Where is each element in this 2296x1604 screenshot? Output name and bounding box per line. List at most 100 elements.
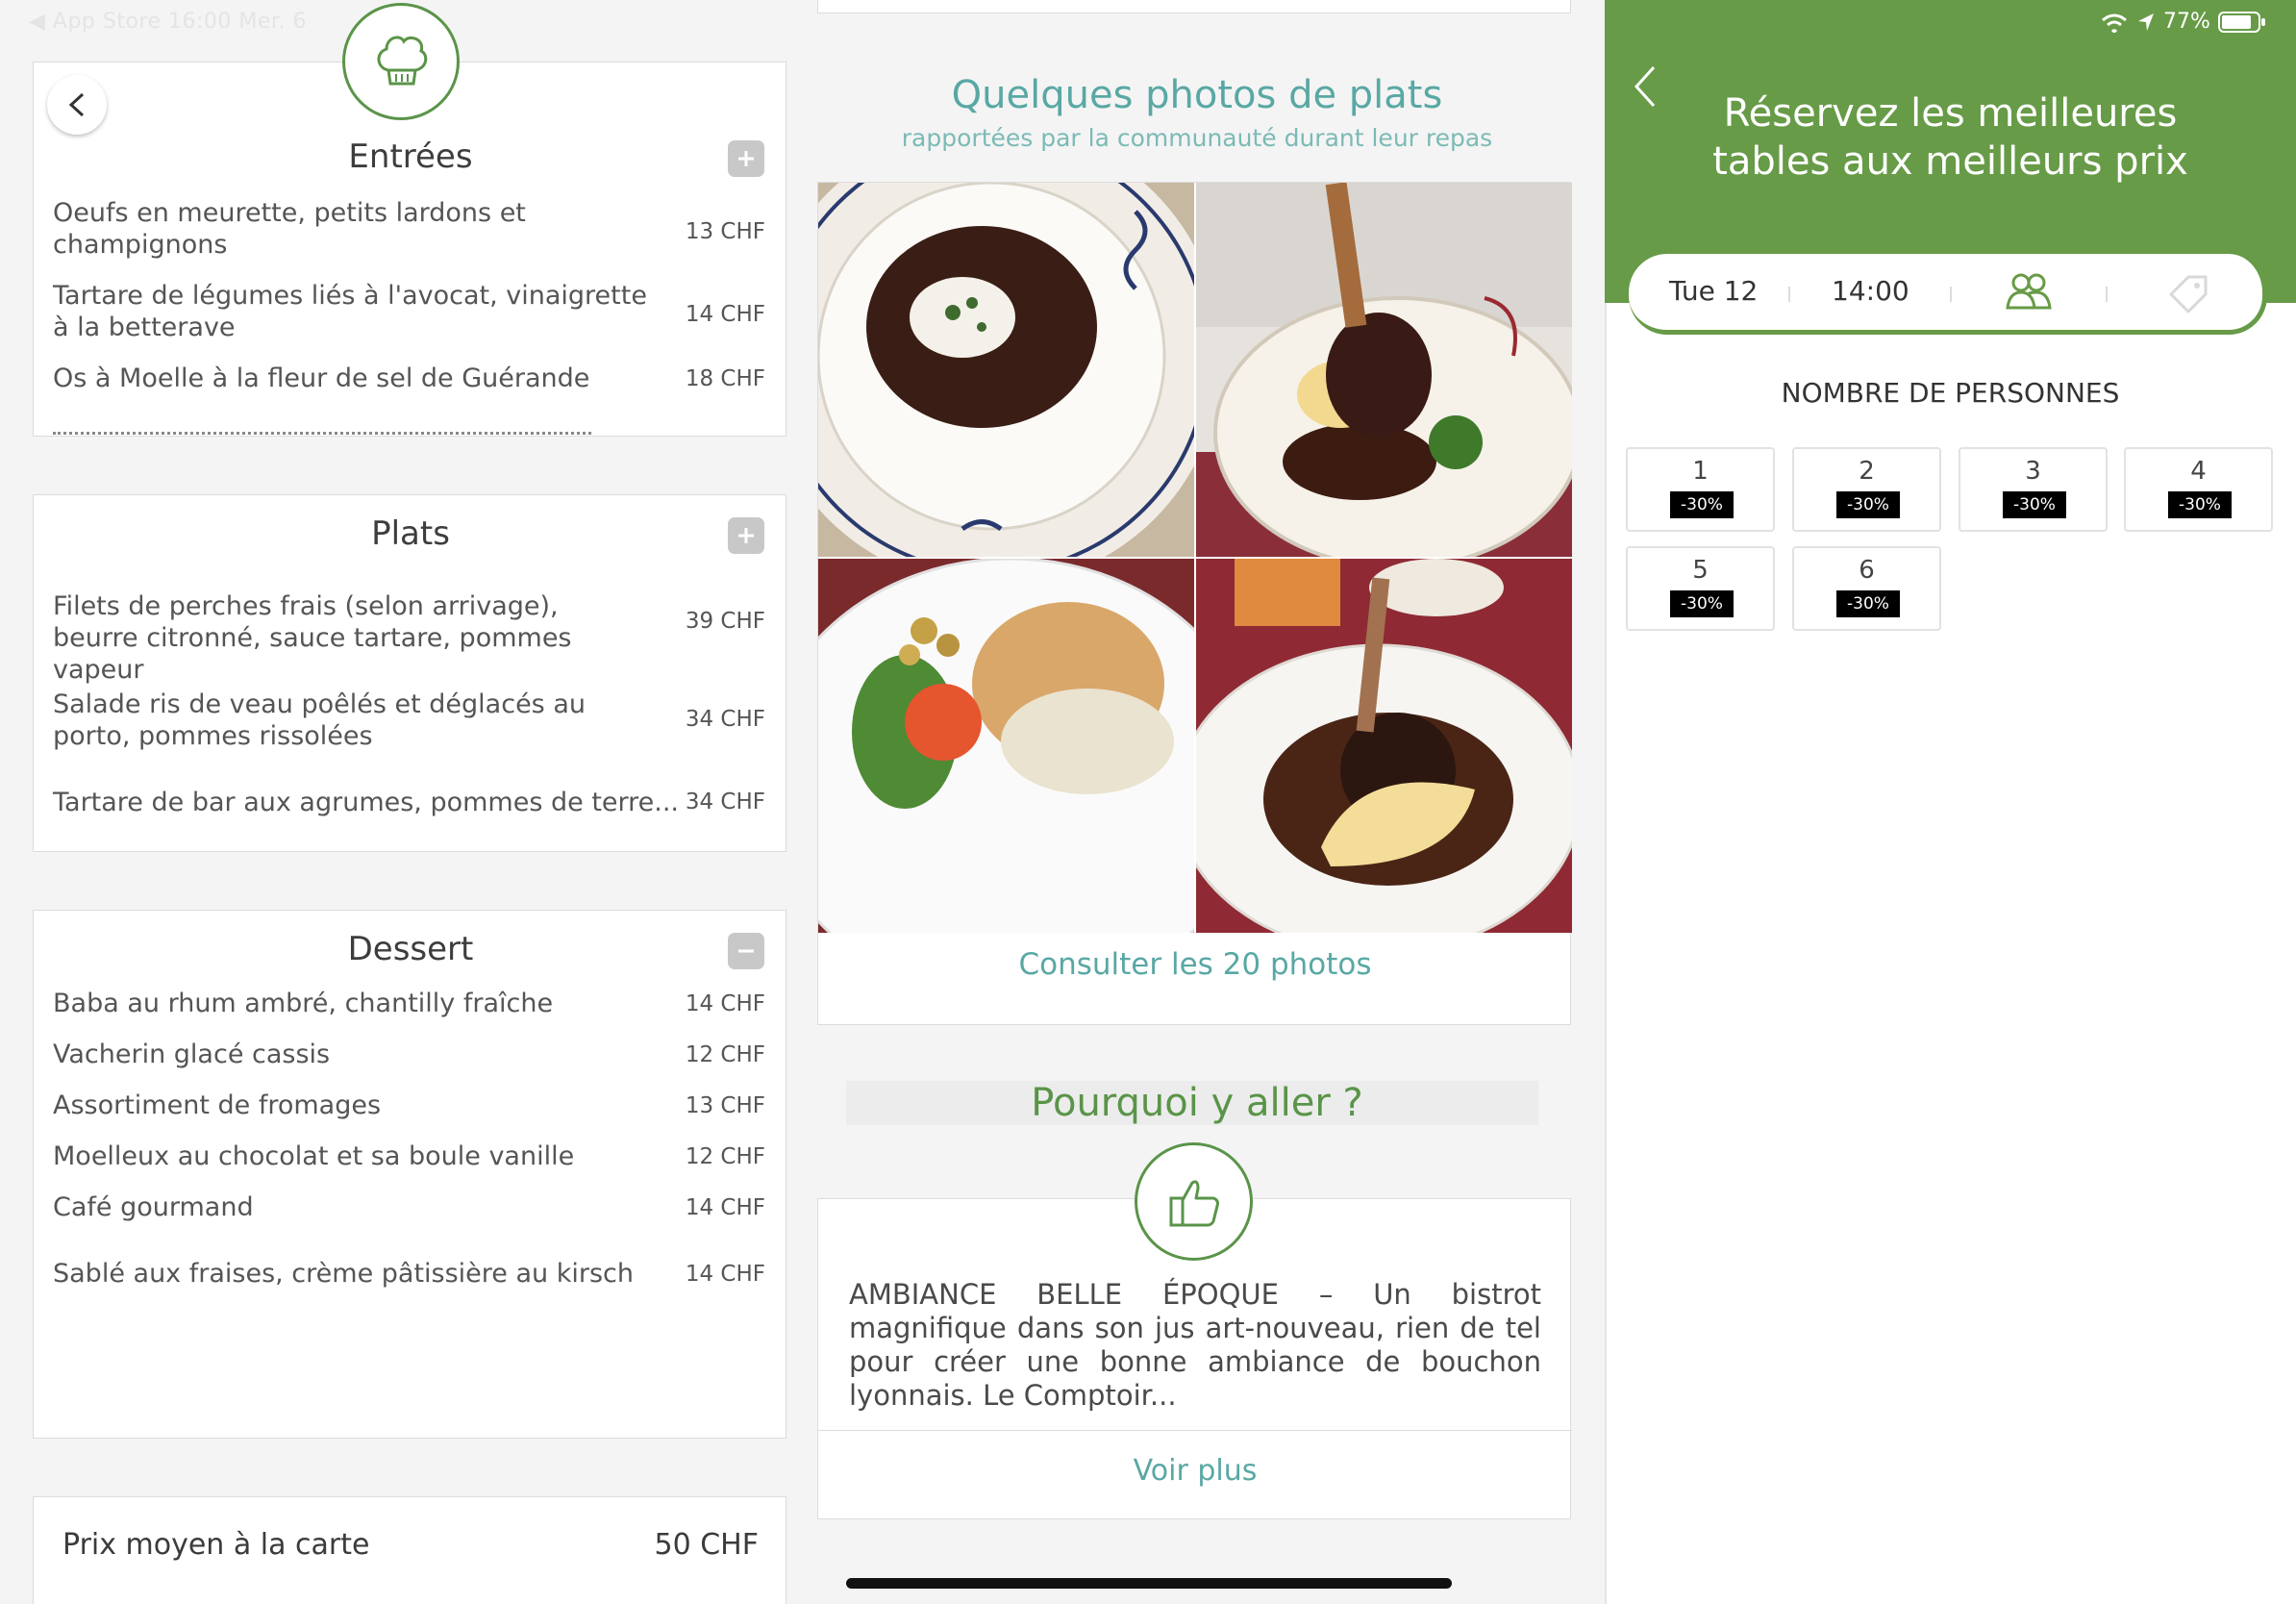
divider [2106, 287, 2108, 302]
booking-selector: Tue 12 14:00 [1629, 254, 2267, 335]
divider [1950, 287, 1952, 302]
menu-item: Salade ris de veau poêlés et déglacés au… [53, 689, 586, 751]
chevron-left-icon [68, 92, 85, 117]
date-selector[interactable]: Tue 12 [1669, 275, 1758, 307]
people-option-4[interactable]: 4 -30% [2124, 447, 2273, 532]
offer-selector[interactable] [2167, 271, 2211, 319]
people-count: 2 [1859, 457, 1875, 486]
menu-item: Oeufs en meurette, petits lardons et cha… [53, 198, 526, 260]
why-description: AMBIANCE BELLE ÉPOQUE – Un bistrot magni… [849, 1278, 1541, 1412]
dish-photo[interactable] [1196, 559, 1572, 933]
dish-photo-4 [1196, 559, 1572, 933]
dessert-card: Dessert Baba au rhum ambré, chantilly fr… [33, 910, 786, 1439]
discount-badge: -30% [1836, 491, 1900, 518]
menu-item: Moelleux au chocolat et sa boule vanille [53, 1141, 575, 1171]
menu-price: 39 CHF [685, 609, 765, 634]
people-option-6[interactable]: 6 -30% [1792, 546, 1941, 631]
time-selector[interactable]: 14:00 [1832, 275, 1909, 307]
menu-price: 34 CHF [685, 707, 765, 732]
people-option-3[interactable]: 3 -30% [1959, 447, 2108, 532]
people-selector[interactable] [2004, 269, 2054, 315]
people-count: 3 [2025, 457, 2041, 486]
thumbs-up-icon [1169, 1179, 1219, 1226]
menu-price: 13 CHF [685, 219, 765, 244]
menu-item: Assortiment de fromages [53, 1090, 382, 1120]
status-bar-left: ◀ App Store 16:00 Mer. 6 [29, 10, 307, 34]
menu-price: 14 CHF [685, 302, 765, 327]
plats-card: Plats Filets de perches frais (selon arr… [33, 494, 786, 852]
thumbs-up-badge [1135, 1142, 1253, 1261]
dish-photo[interactable] [818, 559, 1194, 933]
people-icon [2006, 273, 2052, 310]
dish-photo-3 [818, 559, 1194, 933]
menu-item: Café gourmand [53, 1192, 254, 1222]
people-option-1[interactable]: 1 -30% [1626, 447, 1775, 532]
people-count: 6 [1859, 556, 1875, 585]
plus-icon [738, 151, 754, 166]
battery-percent: 77% [2163, 10, 2210, 34]
menu-item: Filets de perches frais (selon arrivage)… [53, 591, 572, 685]
divider [1788, 287, 1790, 302]
people-count: 4 [2190, 457, 2207, 486]
discount-badge: -30% [2168, 491, 2232, 518]
battery-icon [2217, 11, 2265, 33]
entrees-title: Entrées [348, 138, 473, 176]
menu-price: 14 CHF [685, 1262, 765, 1287]
dish-photo-2 [1196, 183, 1572, 557]
average-price-card: Prix moyen à la carte 50 CHF [33, 1496, 786, 1604]
previous-card-edge [817, 0, 1571, 13]
menu-price: 14 CHF [685, 1195, 765, 1220]
menu-price: 18 CHF [685, 366, 765, 391]
menu-price: 12 CHF [685, 1042, 765, 1067]
people-option-2[interactable]: 2 -30% [1792, 447, 1941, 532]
home-indicator [846, 1578, 1452, 1589]
why-title: Pourquoi y aller ? [1031, 1081, 1363, 1125]
menu-item: Os à Moelle à la fleur de sel de Guérand… [53, 363, 590, 393]
people-section-title: NOMBRE DE PERSONNES [1781, 377, 2120, 409]
wifi-icon [2102, 13, 2127, 33]
booking-title-line1: Réservez les meilleures [1723, 91, 2178, 136]
people-count: 1 [1692, 457, 1709, 486]
collapse-plats-button[interactable] [728, 517, 764, 554]
discount-badge: -30% [1670, 491, 1734, 518]
menu-price: 13 CHF [685, 1093, 765, 1118]
see-more-button[interactable]: Voir plus [818, 1454, 1572, 1488]
menu-item: Vacherin glacé cassis [53, 1040, 331, 1069]
chef-badge [342, 3, 460, 120]
view-all-photos-link[interactable]: Consulter les 20 photos [818, 947, 1572, 982]
discount-badge: -30% [1670, 590, 1734, 617]
booking-title-line2: tables aux meilleurs prix [1712, 139, 2188, 184]
menu-item: Tartare de bar aux agrumes, pommes de te… [53, 788, 680, 817]
booking-title: Réservez les meilleures tables aux meill… [1605, 89, 2296, 186]
minus-icon [738, 949, 754, 953]
dish-photo[interactable] [818, 183, 1194, 557]
people-option-5[interactable]: 5 -30% [1626, 546, 1775, 631]
chef-hat-icon [377, 36, 428, 86]
menu-item: Tartare de légumes liés à l'avocat, vina… [53, 281, 647, 342]
dish-photo-1 [818, 183, 1194, 557]
menu-item: Baba au rhum ambré, chantilly fraîche [53, 989, 554, 1018]
dish-photo[interactable] [1196, 183, 1572, 557]
photos-card: Consulter les 20 photos [817, 182, 1572, 1025]
location-arrow-icon [2138, 13, 2154, 31]
average-price-label: Prix moyen à la carte [62, 1528, 370, 1562]
collapse-entrees-button[interactable] [728, 140, 764, 177]
plus-icon [738, 528, 754, 543]
collapse-dessert-button[interactable] [728, 933, 764, 969]
menu-price: 34 CHF [685, 789, 765, 815]
discount-badge: -30% [1836, 590, 1900, 617]
photos-subtitle: rapportées par la communauté durant leur… [901, 124, 1493, 152]
menu-item: Sablé aux fraises, crème pâtissière au k… [53, 1259, 634, 1289]
status-bar-right: 77% [2100, 10, 2266, 34]
divider [818, 1430, 1572, 1431]
average-price-value: 50 CHF [654, 1528, 759, 1562]
people-count: 5 [1692, 556, 1709, 585]
clipped-row [53, 432, 591, 436]
photos-title: Quelques photos de plats [951, 73, 1443, 117]
dessert-title: Dessert [347, 930, 474, 968]
tag-icon [2169, 275, 2208, 313]
menu-price: 12 CHF [685, 1144, 765, 1169]
plats-title: Plats [371, 514, 450, 553]
menu-price: 14 CHF [685, 991, 765, 1016]
back-button[interactable] [47, 75, 107, 135]
